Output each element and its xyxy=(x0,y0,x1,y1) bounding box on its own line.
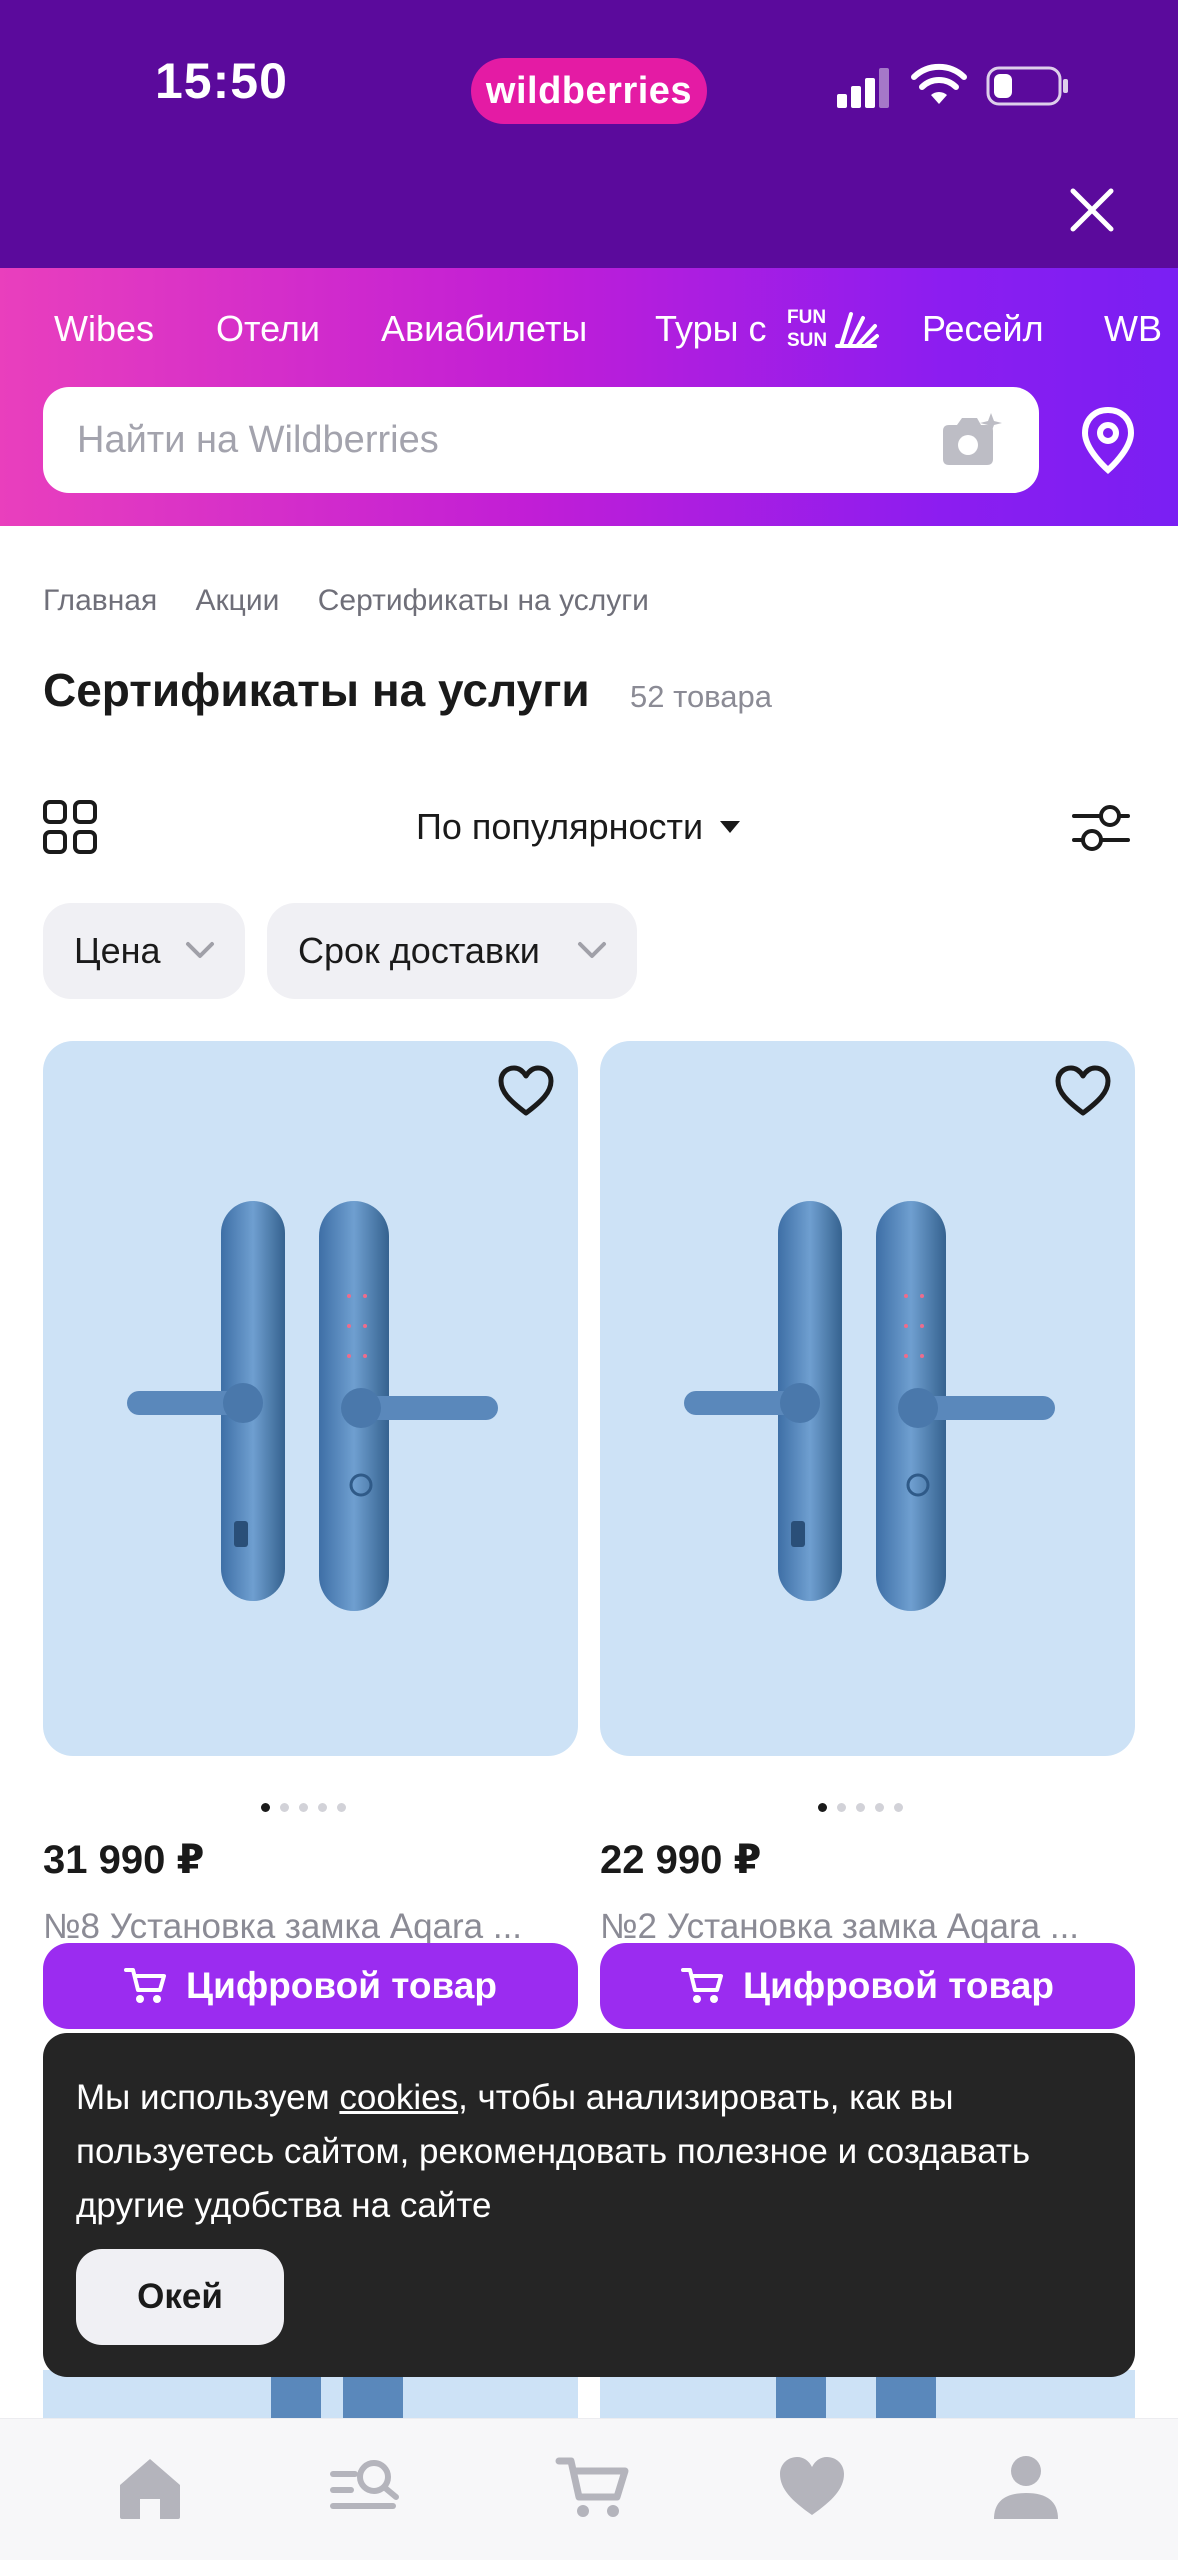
header: Wibes Отели Авиабилеты Туры с FUN SUN Ре… xyxy=(0,268,1178,526)
chevron-down-icon xyxy=(578,942,606,958)
nav-item-resale[interactable]: Ресейл xyxy=(922,308,1044,350)
search-bar xyxy=(43,387,1039,493)
image-pagination xyxy=(818,1803,903,1812)
product-image[interactable] xyxy=(600,1041,1135,1756)
grid-view-icon[interactable] xyxy=(43,800,97,854)
caret-down-icon xyxy=(720,821,741,833)
nav-item-wb[interactable]: WB xyxy=(1104,308,1162,350)
digital-product-label: Цифровой товар xyxy=(743,1965,1054,2006)
cookie-banner: Мы используем cookies, чтобы анализирова… xyxy=(43,2033,1135,2377)
sort-dropdown[interactable]: По популярности xyxy=(416,806,741,848)
battery-icon xyxy=(986,66,1068,106)
filter-chip-price[interactable]: Цена xyxy=(43,903,245,999)
product-name[interactable]: №2 Установка замка Aqara ... xyxy=(600,1907,1135,1947)
bottom-tab-bar xyxy=(0,2418,1178,2560)
product-image[interactable] xyxy=(43,1041,578,1756)
cart-add-icon xyxy=(681,1968,724,2003)
breadcrumb-promotions[interactable]: Акции xyxy=(196,584,280,617)
nav-item-wibes[interactable]: Wibes xyxy=(54,308,154,350)
breadcrumb-home[interactable]: Главная xyxy=(43,584,157,617)
cart-icon[interactable] xyxy=(555,2449,631,2525)
status-time: 15:50 xyxy=(155,53,288,109)
nav-item-hotels[interactable]: Отели xyxy=(216,308,320,350)
favorites-icon[interactable] xyxy=(774,2449,850,2525)
signal-icon xyxy=(837,68,889,108)
sort-label: По популярности xyxy=(416,806,704,847)
heart-icon[interactable] xyxy=(1053,1063,1113,1119)
item-count: 52 товара xyxy=(630,679,773,714)
camera-search-icon[interactable] xyxy=(939,411,1003,469)
breadcrumb-certificates[interactable]: Сертификаты на услуги xyxy=(318,584,649,617)
smart-lock-image xyxy=(127,1201,498,1611)
location-pin-icon[interactable] xyxy=(1078,406,1138,476)
filter-chip-label: Срок доставки xyxy=(298,930,540,971)
digital-product-button[interactable]: Цифровой товар xyxy=(43,1943,578,2029)
digital-product-label: Цифровой товар xyxy=(186,1965,497,2006)
close-icon[interactable] xyxy=(1065,183,1119,237)
heart-icon[interactable] xyxy=(496,1063,556,1119)
status-bar: 15:50 wildberries xyxy=(0,0,1178,268)
svg-text:SUN: SUN xyxy=(787,330,827,351)
cookie-text: Мы используем cookies, чтобы анализирова… xyxy=(76,2071,1086,2233)
product-price: 31 990 ₽ xyxy=(43,1838,205,1882)
page-title: Сертификаты на услуги xyxy=(43,664,590,716)
app-badge[interactable]: wildberries xyxy=(471,58,707,124)
cookie-ok-button[interactable]: Окей xyxy=(76,2249,284,2345)
wifi-icon xyxy=(911,63,967,104)
filter-chip-label: Цена xyxy=(74,930,161,971)
cookies-link[interactable]: cookies xyxy=(339,2078,458,2117)
digital-product-button[interactable]: Цифровой товар xyxy=(600,1943,1135,2029)
product-name[interactable]: №8 Установка замка Aqara ... xyxy=(43,1907,578,1947)
cart-add-icon xyxy=(124,1968,167,2003)
funsun-logo-icon: FUN SUN xyxy=(787,307,879,351)
image-pagination xyxy=(261,1803,346,1812)
profile-icon[interactable] xyxy=(988,2449,1064,2525)
catalog-search-icon[interactable] xyxy=(326,2449,402,2525)
search-input[interactable] xyxy=(77,387,897,493)
home-icon[interactable] xyxy=(112,2449,188,2525)
breadcrumb: Главная Акции Сертификаты на услуги xyxy=(43,584,679,618)
filter-chip-delivery[interactable]: Срок доставки xyxy=(267,903,637,999)
chevron-down-icon xyxy=(186,942,214,958)
product-price: 22 990 ₽ xyxy=(600,1838,762,1882)
cookie-text-start: Мы используем xyxy=(76,2078,340,2117)
nav-item-tours[interactable]: Туры с xyxy=(655,308,766,350)
filter-settings-icon[interactable] xyxy=(1070,800,1132,856)
nav-item-flights[interactable]: Авиабилеты xyxy=(381,308,587,350)
smart-lock-image xyxy=(684,1201,1055,1611)
svg-text:FUN: FUN xyxy=(787,307,826,328)
